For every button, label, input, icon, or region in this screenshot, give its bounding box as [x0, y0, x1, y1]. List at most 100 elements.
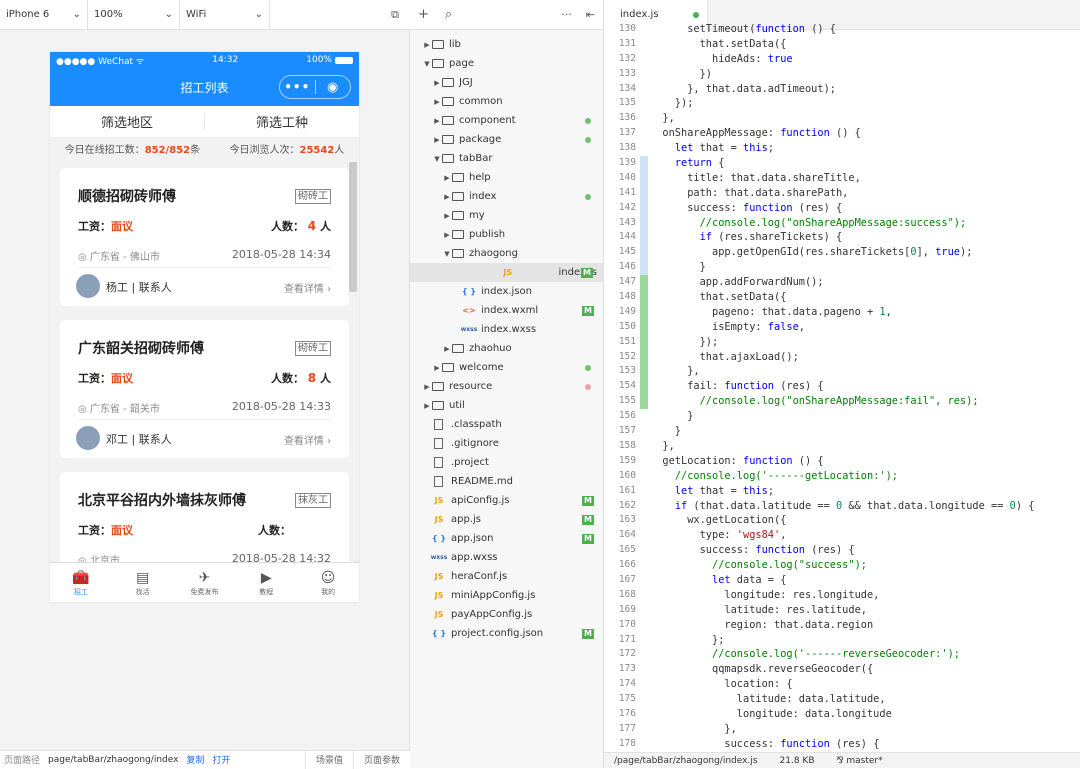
expand-arrow-icon[interactable]: ▼ — [422, 60, 432, 68]
tree-item[interactable]: ▶ JGJ — [410, 73, 604, 92]
job-location: ◎ 广东省 - 佛山市 — [78, 248, 160, 263]
tree-item[interactable]: ▶ publish — [410, 225, 604, 244]
line-number: 156 — [618, 410, 636, 422]
code-line: 151 }); — [604, 334, 1080, 350]
tree-item[interactable]: README.md — [410, 472, 604, 491]
tree-item[interactable]: JS index.js M — [410, 263, 604, 282]
expand-arrow-icon[interactable]: ▶ — [432, 136, 442, 144]
tab-0[interactable]: 🧰 招工 — [50, 563, 112, 602]
code-line: 150 isEmpty: false, — [604, 319, 1080, 335]
tree-item[interactable]: JS miniAppConfig.js — [410, 586, 604, 605]
count-label: 人数： — [270, 220, 304, 233]
job-card[interactable]: 广东韶关招砌砖师傅 砌砖工 工资：面议 人数： 8 人 ◎ 广东省 - 韶关市 2018-… — [60, 320, 349, 458]
code-text: setTimeout(function () { — [650, 23, 836, 35]
tab-4[interactable]: ☺ 我的 — [297, 563, 359, 602]
more-icon[interactable]: ··· — [561, 8, 572, 21]
tree-item[interactable]: ▶ welcome — [410, 358, 604, 377]
expand-arrow-icon[interactable]: ▶ — [432, 364, 442, 372]
tab-3[interactable]: ▶ 教程 — [235, 563, 297, 602]
tree-item[interactable]: ▶ common — [410, 92, 604, 111]
close-target-icon[interactable]: ◉ — [315, 80, 350, 95]
modified-badge: M — [582, 628, 594, 639]
job-feed[interactable]: 顺德招砌砖师傅 砌砖工 工资：面议 人数： 4 人 ◎ 广东省 - 佛山市 2018-05… — [50, 158, 359, 562]
tree-item[interactable]: ▶ resource — [410, 377, 604, 396]
view-detail-link[interactable]: 查看详情 › — [284, 280, 331, 295]
line-number: 163 — [618, 514, 636, 526]
line-number: 142 — [618, 201, 636, 213]
tree-item[interactable]: { } index.json — [410, 282, 604, 301]
expand-arrow-icon[interactable]: ▼ — [442, 250, 452, 258]
device-select[interactable]: iPhone 6 ⌄ — [0, 0, 88, 30]
scrollbar[interactable] — [349, 162, 357, 292]
tree-item[interactable]: { } app.json M — [410, 529, 604, 548]
tree-item[interactable]: wxss app.wxss — [410, 548, 604, 567]
expand-arrow-icon[interactable]: ▼ — [432, 155, 442, 163]
code-line: 143 //console.log("onShareAppMessage:suc… — [604, 215, 1080, 231]
diff-gutter — [640, 200, 648, 216]
expand-arrow-icon[interactable]: ▶ — [442, 212, 452, 220]
tree-item[interactable]: ▼ tabBar — [410, 149, 604, 168]
detach-window-icon[interactable]: ⧉ — [386, 8, 404, 22]
network-select[interactable]: WiFi ⌄ — [180, 0, 270, 30]
expand-arrow-icon[interactable]: ▶ — [422, 41, 432, 49]
expand-arrow-icon[interactable]: ▶ — [422, 402, 432, 410]
open-link[interactable]: 打开 — [208, 753, 234, 766]
expand-arrow-icon[interactable]: ▶ — [442, 345, 452, 353]
expand-arrow-icon[interactable]: ▶ — [432, 79, 442, 87]
tree-item[interactable]: JS heraConf.js — [410, 567, 604, 586]
tree-item[interactable]: { } project.config.json M — [410, 624, 604, 643]
folder-icon — [432, 401, 444, 410]
tree-item[interactable]: ▼ page — [410, 54, 604, 73]
expand-arrow-icon[interactable]: ▶ — [442, 193, 452, 201]
job-card[interactable]: 北京平谷招内外墙抹灰师傅 抹灰工 工资：面议 人数： ◎ 北京市 2018-05-28 1… — [60, 472, 349, 562]
filter-region-button[interactable]: 筛选地区 — [50, 112, 204, 131]
file-icon — [434, 419, 443, 430]
zoom-select[interactable]: 100% ⌄ — [88, 0, 180, 30]
tree-item[interactable]: ▶ zhaohuo — [410, 339, 604, 358]
tree-item[interactable]: ▶ lib — [410, 35, 604, 54]
tree-item[interactable]: JS apiConfig.js M — [410, 491, 604, 510]
tree-item[interactable]: ▶ help — [410, 168, 604, 187]
scene-value-button[interactable]: 场景值 — [304, 750, 353, 769]
job-title: 北京平谷招内外墙抹灰师傅 — [78, 493, 246, 509]
filter-trade-button[interactable]: 筛选工种 — [205, 112, 359, 131]
tab-1[interactable]: ▤ 找活 — [112, 563, 174, 602]
line-number: 175 — [618, 693, 636, 705]
job-card[interactable]: 顺德招砌砖师傅 砌砖工 工资：面议 人数： 4 人 ◎ 广东省 - 佛山市 2018-05… — [60, 168, 349, 306]
expand-arrow-icon[interactable]: ▶ — [422, 383, 432, 391]
tree-item[interactable]: ▶ util — [410, 396, 604, 415]
tree-item[interactable]: JS app.js M — [410, 510, 604, 529]
page-params-button[interactable]: 页面参数 — [352, 750, 410, 769]
git-branch[interactable]: ⅋ master* — [837, 756, 883, 766]
code-area[interactable]: 130 setTimeout(function () {131 that.set… — [604, 22, 1080, 752]
tree-item[interactable]: ▶ component — [410, 111, 604, 130]
copy-link[interactable]: 复制 — [182, 753, 208, 766]
search-icon[interactable]: ⌕ — [445, 7, 452, 22]
code-line: 174 location: { — [604, 677, 1080, 692]
collapse-icon[interactable]: ⇤ — [586, 8, 595, 21]
view-detail-link[interactable]: 查看详情 › — [284, 432, 331, 447]
tree-item[interactable]: <> index.wxml M — [410, 301, 604, 320]
tree-item[interactable]: ▼ zhaogong — [410, 244, 604, 263]
expand-arrow-icon[interactable]: ▶ — [442, 174, 452, 182]
add-icon[interactable]: + — [418, 7, 429, 22]
code-text: isEmpty: false, — [650, 320, 805, 333]
tree-item[interactable]: .project — [410, 453, 604, 472]
tree-item[interactable]: ▶ index — [410, 187, 604, 206]
expand-arrow-icon[interactable]: ▶ — [432, 98, 442, 106]
wage-label: 工资： — [78, 524, 111, 537]
trade-tag: 砌砖工 — [295, 341, 331, 356]
tree-item[interactable]: JS payAppConfig.js — [410, 605, 604, 624]
expand-arrow-icon[interactable]: ▶ — [442, 231, 452, 239]
tree-item[interactable]: ▶ my — [410, 206, 604, 225]
more-dots-icon[interactable]: ••• — [280, 80, 315, 94]
code-line: 139 return { — [604, 156, 1080, 171]
tree-item[interactable]: wxss index.wxss — [410, 320, 604, 339]
code-line: 146 } — [604, 260, 1080, 276]
tree-item[interactable]: ▶ package — [410, 130, 604, 149]
diff-gutter — [640, 499, 648, 514]
tree-item[interactable]: .gitignore — [410, 434, 604, 453]
expand-arrow-icon[interactable]: ▶ — [432, 117, 442, 125]
tree-item[interactable]: .classpath — [410, 415, 604, 434]
tab-2[interactable]: ✈ 免费发布 — [174, 563, 236, 602]
